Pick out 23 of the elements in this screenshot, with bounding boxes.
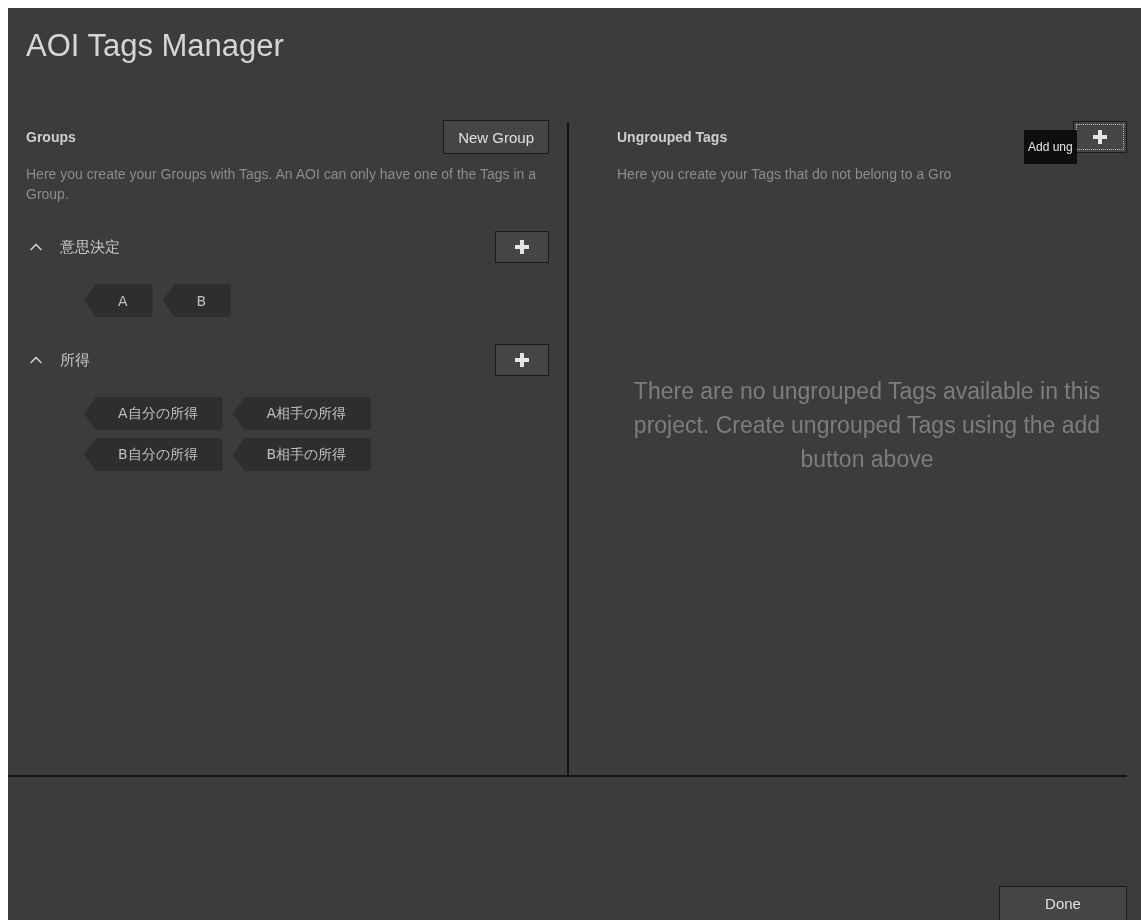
tag-chip[interactable]: B — [162, 284, 232, 317]
group-name: 所得 — [60, 350, 90, 370]
plus-icon — [514, 239, 530, 255]
add-tag-button[interactable] — [495, 231, 549, 263]
tooltip: Add ung — [1024, 130, 1077, 164]
done-button[interactable]: Done — [999, 886, 1127, 920]
window-title: AOI Tags Manager — [25, 27, 285, 65]
section-heading: Ungrouped Tags — [617, 129, 728, 145]
tag-chip[interactable]: A相手の所得 — [232, 397, 372, 430]
add-tag-button[interactable] — [495, 344, 549, 376]
tag-chip[interactable]: A — [84, 284, 153, 317]
empty-message: There are no ungrouped Tags available in this project. Create ungrouped Tags using the add button above — [632, 376, 1102, 474]
group-name: 意思決定 — [60, 237, 120, 257]
plus-icon — [514, 352, 530, 368]
plus-icon — [1092, 129, 1108, 145]
section-heading: Groups — [26, 129, 76, 145]
add-tag-button[interactable] — [1073, 121, 1127, 153]
section-description: Here you create your Tags that do not belong to a Gro — [617, 165, 953, 184]
tag-chip[interactable]: A自分の所得 — [84, 397, 223, 430]
section-description: Here you create your Groups with Tags. An AOI can only have one of the Tags in a Group. — [26, 165, 537, 204]
tag-chip[interactable]: B相手の所得 — [232, 438, 372, 471]
new-group-button[interactable]: New Group — [443, 120, 549, 154]
tag-chip[interactable]: B自分の所得 — [84, 438, 223, 471]
